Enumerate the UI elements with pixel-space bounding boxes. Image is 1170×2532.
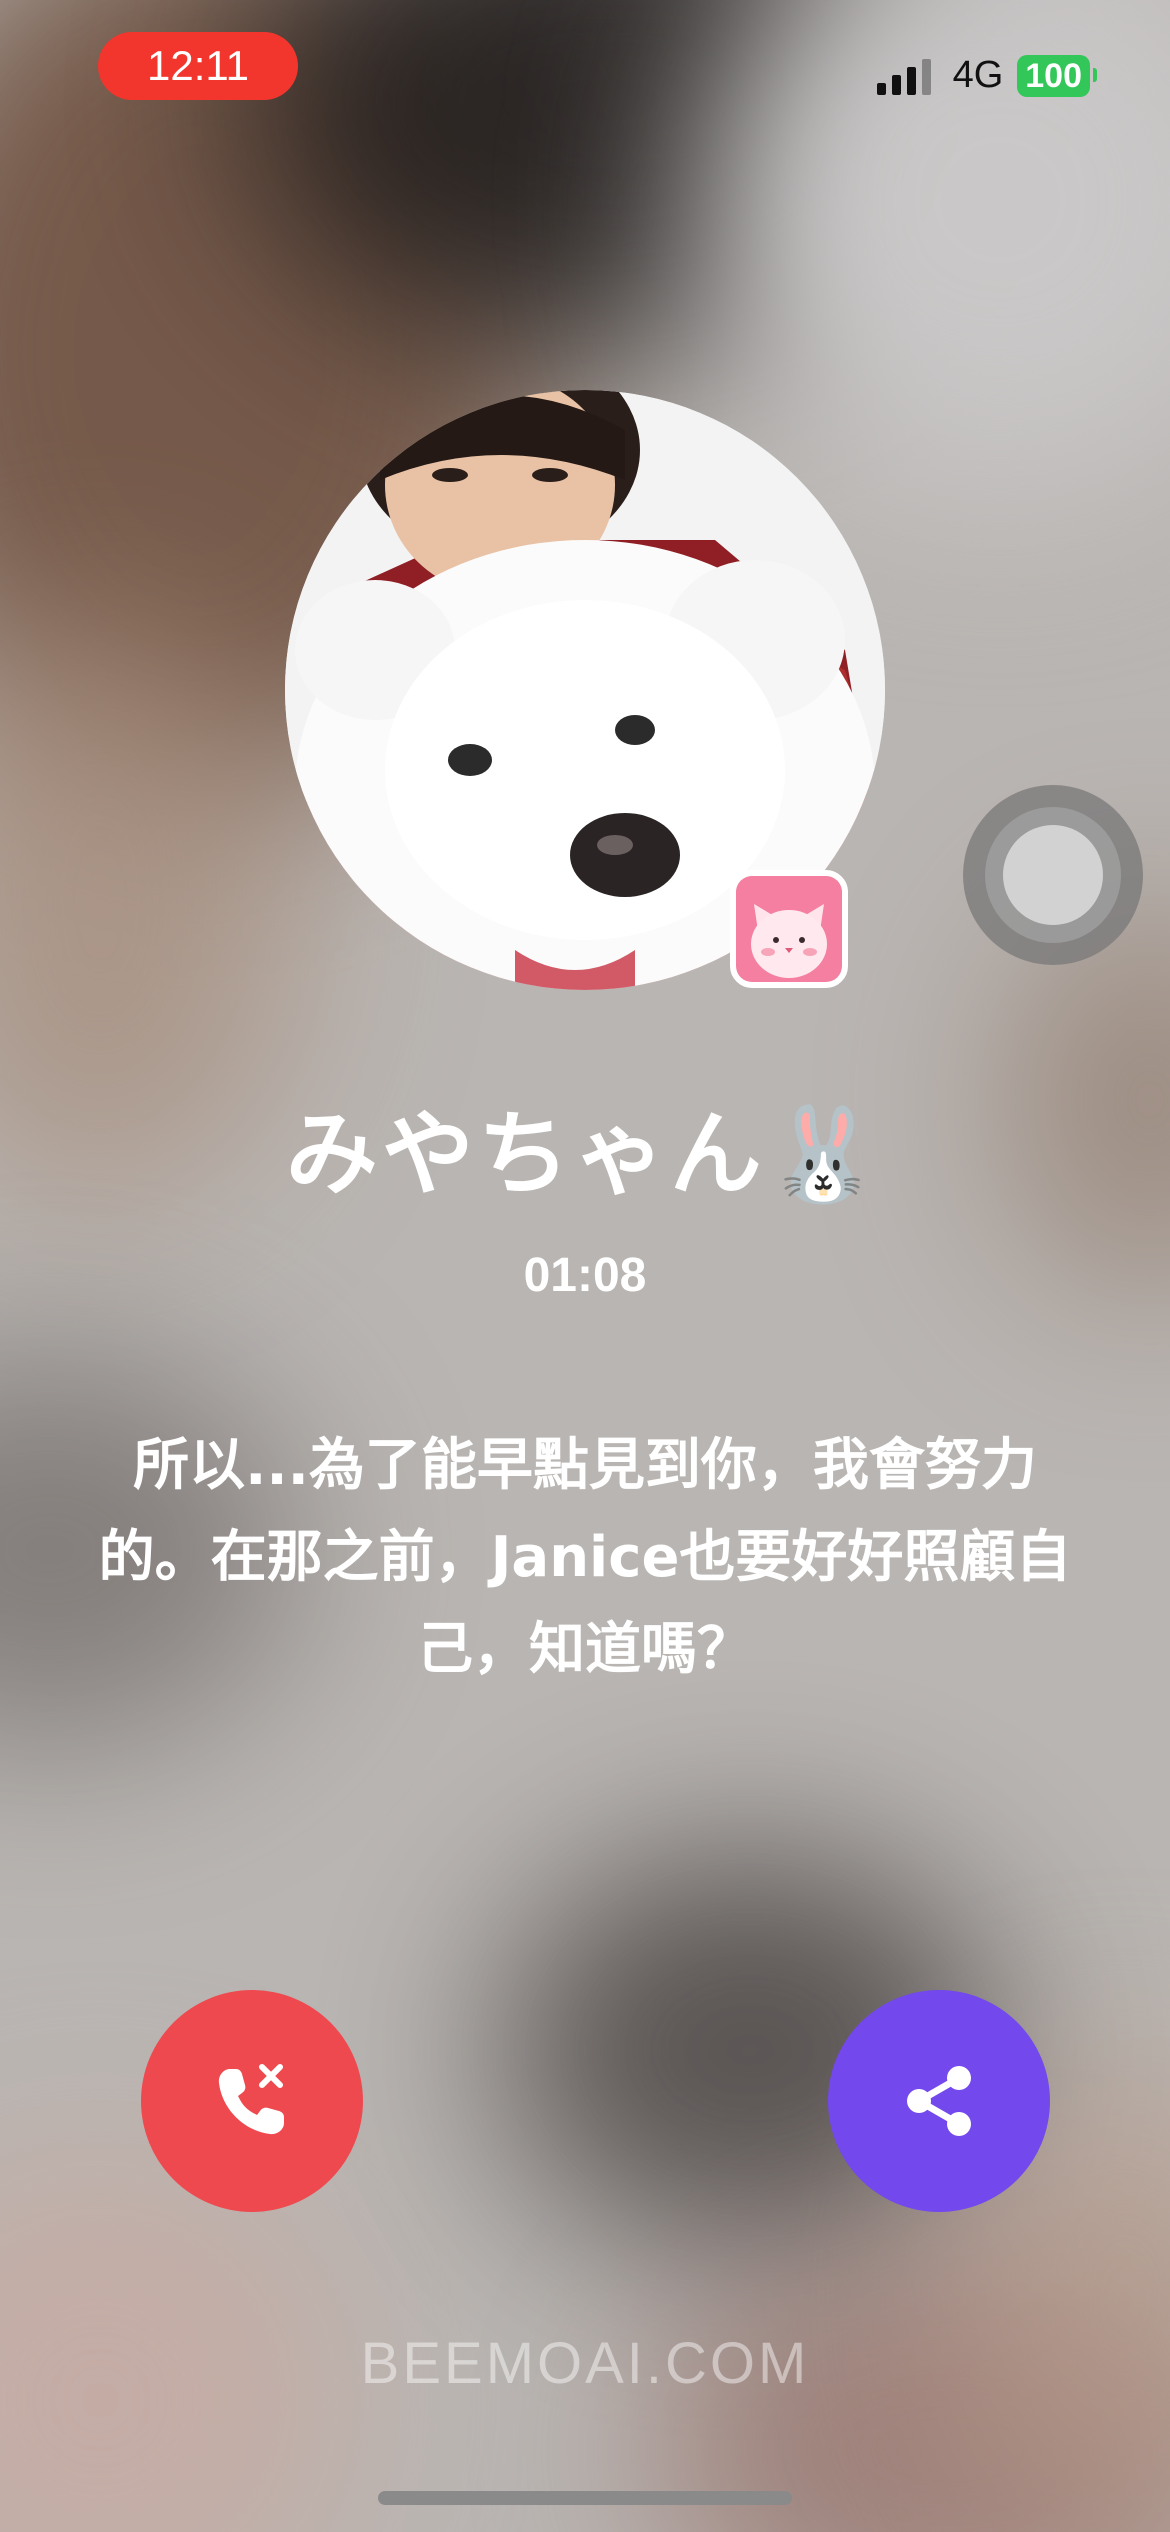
app-badge xyxy=(730,870,848,988)
hangup-button[interactable] xyxy=(141,1990,363,2212)
phone-hangup-icon xyxy=(218,2064,284,2135)
caller-name: みやちゃん🐰 xyxy=(285,1101,885,1208)
network-label: 4G xyxy=(952,54,1004,96)
home-indicator[interactable] xyxy=(378,2491,792,2505)
battery-icon: 100 xyxy=(1017,54,1097,97)
pink-cat-app-icon xyxy=(736,876,842,982)
status-indicators: 4G 100 xyxy=(876,54,1097,97)
caller-message: 所以...為了能早點見到你，我會努力的。在那之前，Janice也要好好照顧自己，… xyxy=(98,1433,1072,1682)
call-duration: 01:08 xyxy=(523,1249,647,1302)
assistive-touch-button[interactable] xyxy=(963,785,1143,965)
share-icon xyxy=(907,2066,971,2136)
signal-icon xyxy=(876,57,931,95)
share-button[interactable] xyxy=(828,1990,1050,2212)
status-time: 12:11 xyxy=(98,32,298,100)
watermark: BEEMOAI.COM xyxy=(360,2331,810,2396)
